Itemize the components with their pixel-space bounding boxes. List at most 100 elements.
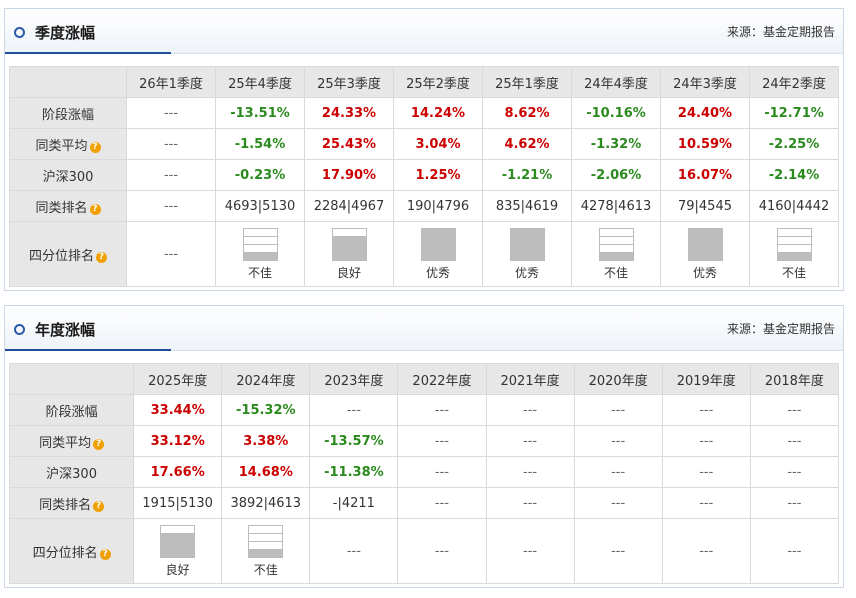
row-label-text: 阶段涨幅	[45, 404, 98, 420]
value-cell: ---	[485, 456, 575, 488]
quartile-segment	[599, 229, 633, 237]
column-header: 2019年度	[661, 363, 751, 395]
value-cell: -0.23%	[215, 159, 305, 191]
row-label-text: 同类平均	[35, 138, 88, 154]
column-header: 2025年度	[133, 363, 223, 395]
value-cell: 17.66%	[133, 456, 223, 488]
value-cell: -1.21%	[482, 159, 572, 191]
quartile-label: 良好	[336, 265, 361, 280]
value-cell: ---	[397, 425, 487, 457]
row-label: 阶段涨幅	[8, 394, 135, 426]
quartile-segment	[688, 244, 722, 253]
value-cell: ---	[749, 456, 840, 488]
question-icon[interactable]: ?	[99, 548, 111, 560]
question-icon[interactable]: ?	[89, 203, 101, 215]
row-label-text: 阶段涨幅	[41, 107, 94, 123]
value-cell: -1.54%	[215, 128, 305, 160]
value-cell: ---	[661, 394, 751, 426]
quartile-segment	[161, 549, 195, 557]
column-header: 2018年度	[749, 363, 840, 395]
table-row: 沪深300 --- -0.23% 17.90% 1.25% -1.21% -2.06% 16.…	[9, 159, 839, 191]
column-header: 2024年度	[221, 363, 311, 395]
value-cell: 4693|5130	[215, 190, 305, 222]
quartile-cell: ---	[573, 518, 663, 584]
value-cell: 4160|4442	[749, 190, 839, 222]
column-header: 25年4季度	[215, 66, 305, 98]
question-icon[interactable]: ?	[93, 438, 105, 450]
table-row: 同类排名? --- 4693|5130 2284|4967 190|4796 835|46…	[9, 190, 839, 222]
value-cell: ---	[126, 190, 216, 222]
quartile-label: 优秀	[425, 265, 450, 280]
row-label: 沪深300	[9, 159, 127, 191]
quartile-cell: 不佳	[749, 221, 839, 287]
quartile-segment	[599, 237, 633, 245]
value-cell: -1.32%	[571, 128, 661, 160]
row-label: 阶段涨幅	[9, 97, 127, 129]
quarterly-header: 季度涨幅 来源：基金定期报告	[5, 9, 843, 54]
column-header: 2021年度	[485, 363, 575, 395]
value-cell: ---	[397, 487, 487, 519]
value-cell: 14.24%	[393, 97, 483, 129]
quartile-label: 不佳	[781, 265, 806, 280]
value-cell: 4.62%	[482, 128, 572, 160]
question-icon[interactable]: ?	[96, 251, 107, 263]
row-label-text: 四分位排名	[32, 545, 98, 561]
quartile-bar-icon	[160, 524, 196, 558]
value-cell: 3892|4613	[221, 487, 311, 519]
quartile-segment	[243, 252, 277, 260]
column-header: 25年3季度	[304, 66, 394, 98]
quartile-label: 不佳	[253, 562, 278, 577]
value-cell: 3.04%	[393, 128, 483, 160]
column-header: 24年4季度	[571, 66, 661, 98]
quartile-segment	[249, 542, 283, 550]
row-label-text: 沪深300	[46, 466, 97, 482]
row-label-text: 同类平均	[39, 435, 92, 451]
value-cell: 4278|4613	[571, 190, 661, 222]
ring-icon	[14, 27, 25, 38]
row-label-text: 同类排名	[39, 497, 92, 513]
column-header: 25年2季度	[393, 66, 483, 98]
ring-icon	[14, 324, 25, 335]
quarterly-panel: 季度涨幅 来源：基金定期报告 26年1季度 25年4季度 25年3季度 25年2季度 2…	[4, 8, 844, 291]
value-cell: ---	[397, 394, 487, 426]
column-header: 24年2季度	[749, 66, 839, 98]
column-header: 25年1季度	[482, 66, 572, 98]
value-cell: 835|4619	[482, 190, 572, 222]
quartile-segment	[161, 541, 195, 550]
row-label: 同类排名?	[9, 190, 127, 222]
header-row: 26年1季度 25年4季度 25年3季度 25年2季度 25年1季度 24年4季度 24年3…	[9, 66, 839, 98]
title-underline	[5, 52, 171, 54]
question-icon[interactable]: ?	[89, 141, 101, 153]
table-row: 沪深300 17.66% 14.68% -11.38% --- --- --- --- ---	[8, 456, 840, 488]
value-cell: 190|4796	[393, 190, 483, 222]
value-cell: ---	[749, 394, 840, 426]
quarterly-title: 季度涨幅	[35, 24, 96, 42]
quartile-segment	[421, 236, 455, 245]
quarterly-table: 26年1季度 25年4季度 25年3季度 25年2季度 25年1季度 24年4季度 24年3…	[9, 66, 839, 287]
quartile-bar-icon	[509, 227, 545, 261]
value-cell: ---	[573, 456, 663, 488]
annual-source: 来源：基金定期报告	[726, 322, 835, 336]
value-cell: -2.25%	[749, 128, 839, 160]
question-icon[interactable]: ?	[93, 500, 105, 512]
quartile-bar-icon	[687, 227, 723, 261]
quartile-cell: 良好	[133, 518, 223, 584]
value-cell: -10.16%	[571, 97, 661, 129]
quartile-segment	[510, 228, 544, 237]
column-header: 26年1季度	[126, 66, 216, 98]
quartile-label: 优秀	[514, 265, 539, 280]
value-cell: 24.40%	[660, 97, 750, 129]
value-cell: ---	[126, 128, 216, 160]
quartile-segment	[332, 236, 366, 245]
value-cell: ---	[485, 487, 575, 519]
quartile-label: 优秀	[692, 265, 717, 280]
table-row: 同类排名? 1915|5130 3892|4613 -|4211 --- --- --- --…	[8, 487, 840, 519]
value-cell: -2.06%	[571, 159, 661, 191]
quartile-segment	[777, 245, 811, 253]
row-label: 沪深300	[8, 456, 135, 488]
value-cell: -11.38%	[309, 456, 399, 488]
quartile-cell: 良好	[304, 221, 394, 287]
value-cell: 79|4545	[660, 190, 750, 222]
value-cell: 14.68%	[221, 456, 311, 488]
quartile-bar-icon	[420, 227, 456, 261]
